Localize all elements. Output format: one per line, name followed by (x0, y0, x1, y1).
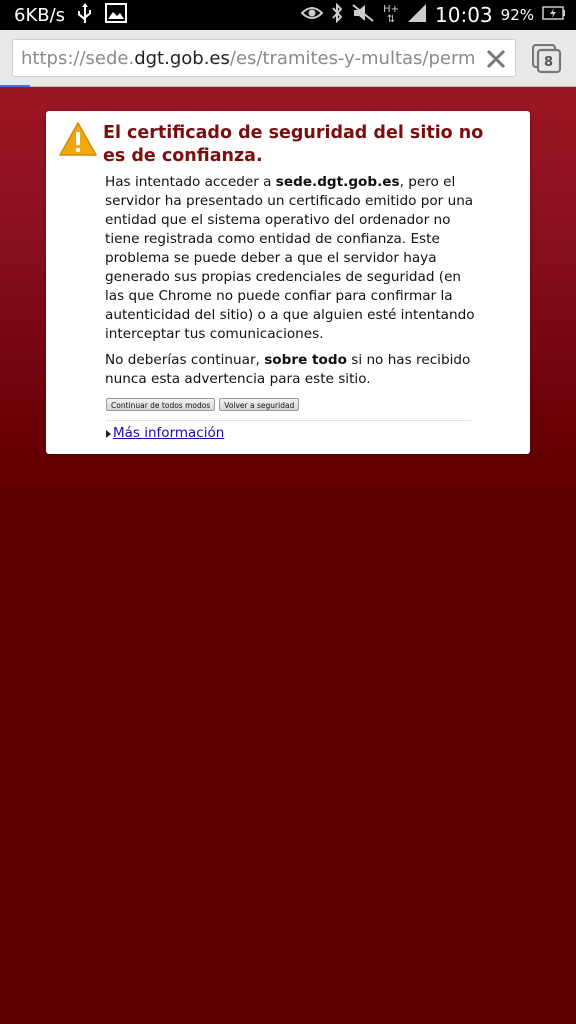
mute-icon (351, 3, 375, 27)
warning-body: Has intentado acceder a sede.dgt.gob.es,… (105, 173, 481, 396)
network-type: H+ ⇅ (383, 4, 400, 25)
proceed-anyway-button[interactable]: Continuar de todos modos (106, 398, 216, 411)
clock: 10:03 (435, 3, 493, 27)
url-text[interactable]: https://sede.dgt.gob.es/es/tramites-y-mu… (21, 48, 477, 69)
url-bar[interactable]: https://sede.dgt.gob.es/es/tramites-y-mu… (12, 39, 516, 77)
net-speed: 6KB/s (14, 4, 66, 26)
close-icon[interactable] (483, 46, 509, 72)
url-host: dgt.gob.es (134, 47, 230, 69)
usb-icon (77, 2, 93, 28)
url-path: /es/tramites-y-multas/permiso-po (229, 47, 477, 69)
signal-icon (407, 3, 427, 27)
battery-charging-icon (542, 5, 566, 25)
warning-title: El certificado de seguridad del sitio no… (103, 123, 484, 166)
tab-count: 8 (544, 55, 554, 70)
back-to-safety-button[interactable]: Volver a seguridad (219, 398, 300, 411)
triangle-right-icon (106, 430, 111, 438)
eye-icon (300, 5, 324, 25)
image-icon (105, 3, 128, 27)
warning-icon (58, 121, 98, 157)
status-bar: 6KB/s H+ ⇅ 10:03 92% (0, 0, 576, 30)
warning-advice: No deberías continuar, sobre todo si no … (105, 352, 471, 387)
more-info-link[interactable]: Más información (113, 425, 224, 441)
divider (106, 420, 471, 421)
url-scheme: https://sede. (21, 47, 135, 69)
action-buttons: Continuar de todos modos Volver a seguri… (106, 398, 300, 411)
tab-switcher-button[interactable]: 8 (531, 43, 562, 74)
battery-percent: 92% (500, 6, 534, 24)
site-name: sede.dgt.gob.es (275, 174, 400, 190)
more-info-toggle[interactable]: Más información (106, 425, 224, 441)
ssl-warning-card: El certificado de seguridad del sitio no… (46, 111, 530, 454)
browser-toolbar: https://sede.dgt.gob.es/es/tramites-y-mu… (0, 30, 576, 87)
warning-explanation: Has intentado acceder a sede.dgt.gob.es,… (105, 174, 475, 342)
bluetooth-icon (331, 2, 343, 27)
